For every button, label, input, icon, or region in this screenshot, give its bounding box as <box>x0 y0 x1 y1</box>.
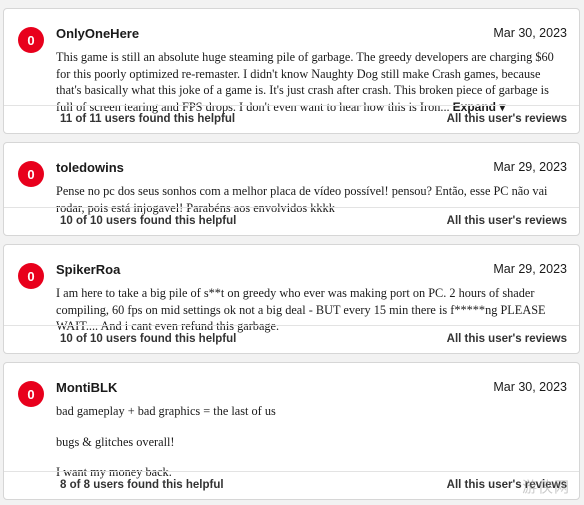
score-badge: 0 <box>18 263 44 289</box>
score-badge: 0 <box>18 381 44 407</box>
review-date: Mar 29, 2023 <box>493 160 567 174</box>
review-footer: 8 of 8 users found this helpful All this… <box>4 471 579 499</box>
all-user-reviews-link[interactable]: All this user's reviews <box>447 479 567 491</box>
review-footer: 11 of 11 users found this helpful All th… <box>4 105 579 133</box>
review-text: bad gameplay + bad graphics = the last o… <box>56 403 567 481</box>
helpful-count: 11 of 11 users found this helpful <box>60 113 236 125</box>
review-card: 0 SpikerRoa Mar 29, 2023 I am here to ta… <box>3 244 580 354</box>
review-paragraph: bugs & glitches overall! <box>56 434 175 449</box>
review-paragraph: bad gameplay + bad graphics = the last o… <box>56 404 276 418</box>
review-username[interactable]: OnlyOneHere <box>56 26 139 41</box>
review-card: 0 toledowins Mar 29, 2023 Pense no pc do… <box>3 142 580 236</box>
review-card: 0 MontiBLK Mar 30, 2023 bad gameplay + b… <box>3 362 580 500</box>
helpful-count: 8 of 8 users found this helpful <box>60 479 224 491</box>
score-badge: 0 <box>18 161 44 187</box>
review-date: Mar 30, 2023 <box>493 380 567 394</box>
score-badge: 0 <box>18 27 44 53</box>
all-user-reviews-link[interactable]: All this user's reviews <box>447 215 567 227</box>
review-username[interactable]: toledowins <box>56 160 124 175</box>
review-card: 0 OnlyOneHere Mar 30, 2023 This game is … <box>3 8 580 134</box>
review-username[interactable]: SpikerRoa <box>56 262 120 277</box>
helpful-count: 10 of 10 users found this helpful <box>60 215 237 227</box>
review-footer: 10 of 10 users found this helpful All th… <box>4 207 579 235</box>
all-user-reviews-link[interactable]: All this user's reviews <box>447 113 567 125</box>
review-date: Mar 29, 2023 <box>493 262 567 276</box>
review-username[interactable]: MontiBLK <box>56 380 117 395</box>
review-date: Mar 30, 2023 <box>493 26 567 40</box>
all-user-reviews-link[interactable]: All this user's reviews <box>447 333 567 345</box>
review-footer: 10 of 10 users found this helpful All th… <box>4 325 579 353</box>
helpful-count: 10 of 10 users found this helpful <box>60 333 237 345</box>
